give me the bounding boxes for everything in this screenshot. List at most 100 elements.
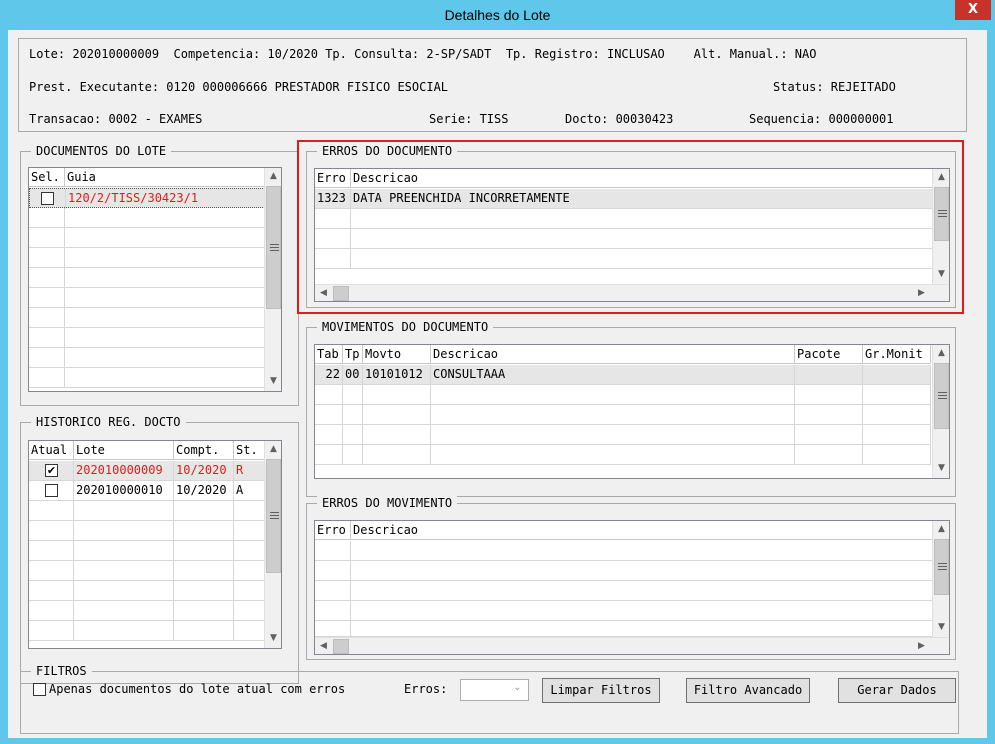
- close-button[interactable]: X: [955, 0, 991, 20]
- scroll-up-icon[interactable]: ▲: [933, 521, 950, 538]
- table-row[interactable]: [29, 601, 265, 621]
- limpar-filtros-button[interactable]: Limpar Filtros: [542, 678, 660, 703]
- status-label: Status: REJEITADO: [773, 80, 896, 94]
- table-row[interactable]: [315, 249, 933, 269]
- table-row[interactable]: 22 00 10101012 CONSULTAAA: [315, 365, 931, 385]
- scroll-up-icon[interactable]: ▲: [265, 441, 282, 458]
- table-row[interactable]: [29, 581, 265, 601]
- apenas-erros-checkbox[interactable]: [33, 683, 46, 696]
- table-row[interactable]: [315, 405, 931, 425]
- scroll-thumb[interactable]: [934, 539, 949, 595]
- documentos-grid[interactable]: Sel. Guia 120/2/TISS/30423/1 ▲ ▼: [28, 167, 282, 392]
- scroll-thumb[interactable]: [934, 363, 949, 429]
- erros-documento-grid[interactable]: Erro Descricao 1323 DATA PREENCHIDA INCO…: [314, 168, 950, 302]
- vertical-scrollbar[interactable]: ▲ ▼: [932, 169, 949, 284]
- column-header-descricao[interactable]: Descricao: [431, 345, 795, 364]
- table-row[interactable]: [315, 445, 931, 465]
- table-row[interactable]: [315, 621, 933, 637]
- table-row[interactable]: 202010000010 10/2020 A: [29, 481, 265, 501]
- scroll-thumb[interactable]: [934, 187, 949, 241]
- column-header-gr-monit[interactable]: Gr.Monit: [863, 345, 931, 364]
- table-row[interactable]: [29, 208, 265, 228]
- movimentos-grid[interactable]: Tab Tp Movto Descricao Pacote Gr.Monit 2…: [314, 344, 950, 479]
- grip-line: [938, 566, 947, 567]
- table-row[interactable]: [29, 328, 265, 348]
- column-header-movto[interactable]: Movto: [363, 345, 431, 364]
- horizontal-scrollbar[interactable]: ◀ ▶: [315, 637, 949, 654]
- empty-cell: [431, 445, 795, 465]
- column-header-descricao[interactable]: Descricao: [351, 169, 933, 188]
- column-header-tab[interactable]: Tab: [315, 345, 343, 364]
- table-row[interactable]: [29, 268, 265, 288]
- vertical-scrollbar[interactable]: ▲ ▼: [932, 345, 949, 478]
- gerar-dados-button[interactable]: Gerar Dados: [838, 678, 956, 703]
- atual-checkbox[interactable]: [45, 484, 58, 497]
- table-row[interactable]: [29, 621, 265, 641]
- table-row[interactable]: [315, 209, 933, 229]
- scroll-up-icon[interactable]: ▲: [933, 345, 950, 362]
- table-row[interactable]: [315, 541, 933, 561]
- table-row[interactable]: [315, 229, 933, 249]
- select-checkbox[interactable]: [41, 192, 54, 205]
- atual-cell: ✔: [29, 461, 74, 481]
- table-row[interactable]: [29, 501, 265, 521]
- scroll-thumb[interactable]: [333, 639, 349, 654]
- historico-grid[interactable]: Atual Lote Compt. St. ✔ 202010000009 10/…: [28, 440, 282, 649]
- scroll-left-icon[interactable]: ◀: [315, 285, 332, 302]
- column-header-erro[interactable]: Erro: [315, 521, 351, 540]
- scroll-left-icon[interactable]: ◀: [315, 638, 332, 655]
- table-row[interactable]: [315, 561, 933, 581]
- erros-select[interactable]: ⌄: [460, 679, 529, 701]
- table-row[interactable]: [29, 368, 265, 388]
- filtro-avancado-button[interactable]: Filtro Avancado: [686, 678, 810, 703]
- column-header-tp[interactable]: Tp: [343, 345, 363, 364]
- scroll-up-icon[interactable]: ▲: [933, 169, 950, 186]
- empty-cell: [351, 581, 933, 601]
- empty-cell: [29, 581, 74, 601]
- table-row[interactable]: [315, 581, 933, 601]
- scroll-down-icon[interactable]: ▼: [933, 460, 950, 477]
- scroll-down-icon[interactable]: ▼: [265, 630, 282, 647]
- column-header-atual[interactable]: Atual: [29, 441, 74, 460]
- table-row[interactable]: 120/2/TISS/30423/1: [29, 188, 266, 209]
- scroll-right-icon[interactable]: ▶: [913, 638, 930, 655]
- table-row[interactable]: [29, 308, 265, 328]
- scroll-thumb[interactable]: [266, 459, 281, 573]
- scroll-down-icon[interactable]: ▼: [265, 373, 282, 390]
- horizontal-scrollbar[interactable]: ◀ ▶: [315, 284, 949, 301]
- column-header-erro[interactable]: Erro: [315, 169, 351, 188]
- scroll-thumb[interactable]: [266, 186, 281, 309]
- table-row[interactable]: [315, 385, 931, 405]
- empty-cell: [65, 208, 265, 228]
- table-row[interactable]: [29, 521, 265, 541]
- table-row[interactable]: [315, 601, 933, 621]
- table-row[interactable]: [315, 425, 931, 445]
- column-header-guia[interactable]: Guia: [65, 168, 265, 187]
- table-row[interactable]: [29, 561, 265, 581]
- table-row[interactable]: 1323 DATA PREENCHIDA INCORRETAMENTE: [315, 189, 933, 209]
- table-row[interactable]: [29, 288, 265, 308]
- grip-line: [270, 250, 279, 251]
- scroll-right-icon[interactable]: ▶: [913, 285, 930, 302]
- table-row[interactable]: [29, 228, 265, 248]
- scroll-up-icon[interactable]: ▲: [265, 168, 282, 185]
- scroll-thumb[interactable]: [333, 286, 349, 301]
- table-row[interactable]: [29, 248, 265, 268]
- column-header-lote[interactable]: Lote: [74, 441, 174, 460]
- column-header-sel[interactable]: Sel.: [29, 168, 65, 187]
- table-row[interactable]: [29, 348, 265, 368]
- vertical-scrollbar[interactable]: ▲ ▼: [264, 168, 281, 391]
- table-row[interactable]: [29, 541, 265, 561]
- column-header-pacote[interactable]: Pacote: [795, 345, 863, 364]
- column-header-compt[interactable]: Compt.: [174, 441, 234, 460]
- column-header-st[interactable]: St.: [234, 441, 265, 460]
- column-header-descricao[interactable]: Descricao: [351, 521, 933, 540]
- empty-cell: [29, 601, 74, 621]
- scroll-down-icon[interactable]: ▼: [933, 619, 950, 636]
- table-row[interactable]: ✔ 202010000009 10/2020 R: [29, 461, 265, 481]
- erros-movimento-grid[interactable]: Erro Descricao ▲ ▼ ◀ ▶: [314, 520, 950, 655]
- vertical-scrollbar[interactable]: ▲ ▼: [932, 521, 949, 637]
- vertical-scrollbar[interactable]: ▲ ▼: [264, 441, 281, 648]
- scroll-down-icon[interactable]: ▼: [933, 266, 950, 283]
- atual-checkbox[interactable]: ✔: [45, 464, 58, 477]
